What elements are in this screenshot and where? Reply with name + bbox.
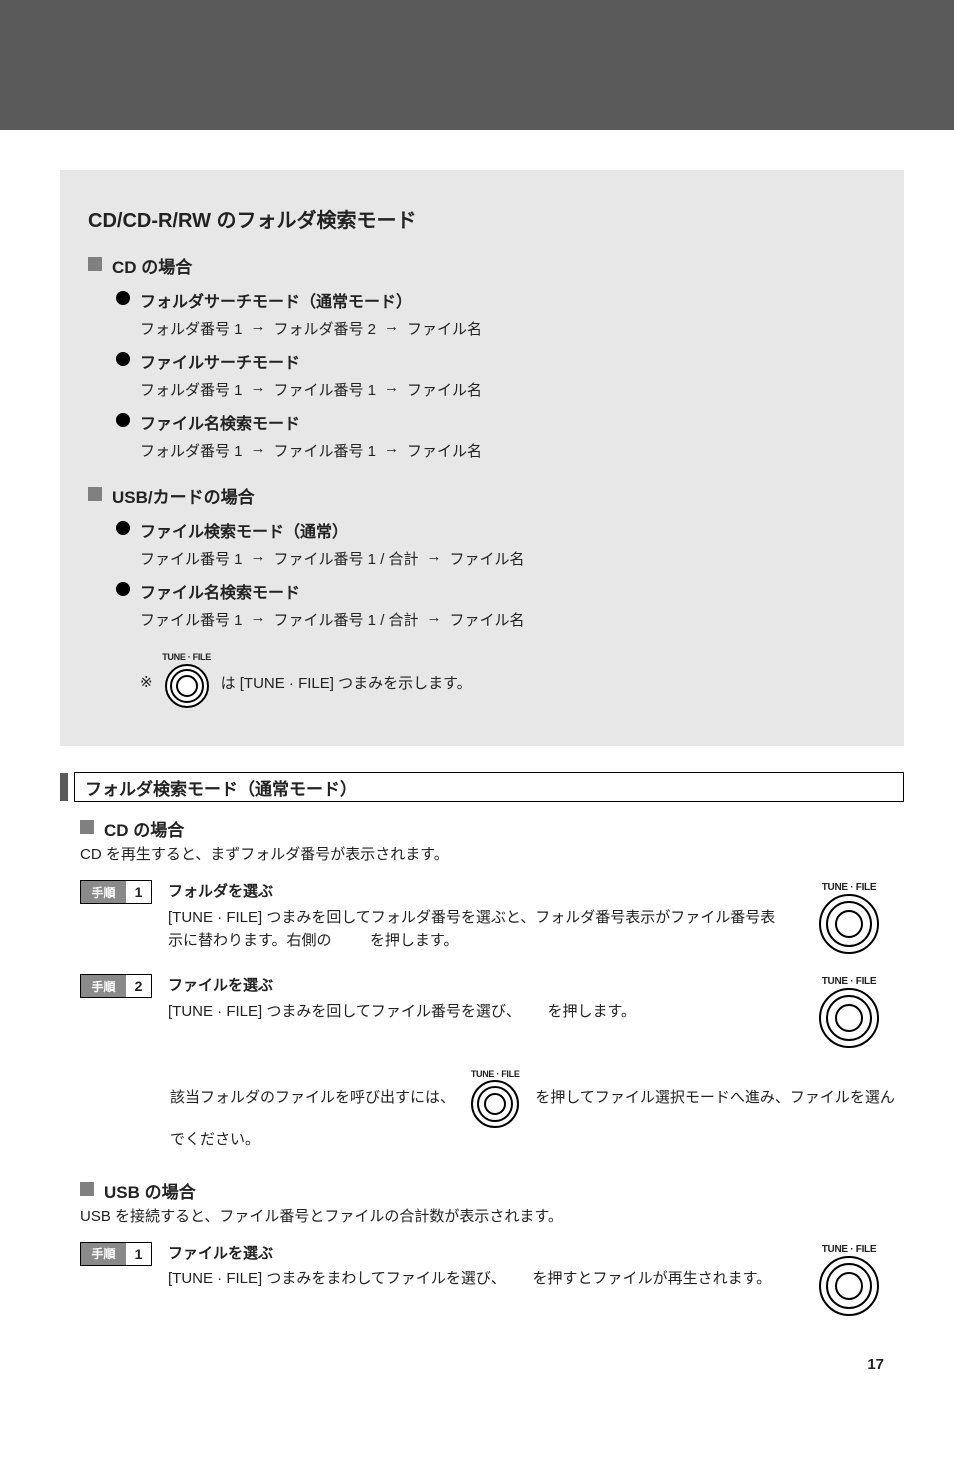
arrow-icon: → bbox=[251, 318, 266, 339]
tune-file-knob-icon: TUNE · FILE bbox=[465, 1068, 525, 1128]
page-body: CD/CD-R/RW のフォルダ検索モード CD の場合 フォルダサーチモード（… bbox=[0, 130, 954, 1433]
info-panel: CD/CD-R/RW のフォルダ検索モード CD の場合 フォルダサーチモード（… bbox=[60, 170, 904, 746]
step-text: 該当フォルダのファイルを呼び出すには、 TUNE · FILE を押してファイル… bbox=[170, 1068, 904, 1151]
mode-chain: ファイル番号 1 → ファイル番号 1 / 合計 → ファイル名 bbox=[140, 548, 876, 569]
bullet-dot bbox=[116, 291, 130, 305]
mode-chain: フォルダ番号 1 → フォルダ番号 2 → ファイル名 bbox=[140, 318, 876, 339]
cd-subsection: CD の場合 bbox=[80, 816, 904, 841]
mode-title: ファイル検索モード（通常） bbox=[140, 518, 348, 542]
mode-item: ファイル名検索モード bbox=[116, 579, 876, 603]
step-label: 手順 bbox=[81, 881, 126, 903]
step: 手順 2 ファイルを選ぶ [TUNE · FILE] つまみを回してファイル番号… bbox=[80, 974, 904, 1054]
header-bar bbox=[0, 0, 954, 130]
tune-file-knob-icon: TUNE · FILE bbox=[157, 652, 217, 712]
bullet-square bbox=[80, 820, 94, 834]
arrow-icon: → bbox=[427, 609, 442, 630]
panel-sub-cd: CD の場合 bbox=[88, 253, 876, 278]
step-number-box: 手順 1 bbox=[80, 880, 152, 904]
usb-intro: USB を接続すると、ファイル番号とファイルの合計数が表示されます。 bbox=[80, 1205, 800, 1228]
usb-subsection: USB の場合 bbox=[80, 1178, 904, 1203]
step-title: フォルダを選ぶ bbox=[168, 880, 776, 903]
sub-title: CD の場合 bbox=[104, 816, 184, 841]
mode-chain: フォルダ番号 1 → ファイル番号 1 → ファイル名 bbox=[140, 379, 876, 400]
bullet-square bbox=[88, 487, 102, 501]
tune-file-knob-icon: TUNE · FILE bbox=[813, 1242, 885, 1322]
mode-chain: フォルダ番号 1 → ファイル番号 1 → ファイル名 bbox=[140, 440, 876, 461]
arrow-icon: → bbox=[251, 609, 266, 630]
arrow-icon: → bbox=[384, 440, 399, 461]
arrow-icon: → bbox=[384, 318, 399, 339]
page-number: 17 bbox=[60, 1356, 904, 1373]
mode-title: ファイル名検索モード bbox=[140, 579, 300, 603]
panel-title: CD/CD-R/RW のフォルダ検索モード bbox=[88, 204, 876, 233]
arrow-icon: → bbox=[251, 379, 266, 400]
bullet-dot bbox=[116, 582, 130, 596]
step-label: 手順 bbox=[81, 1243, 126, 1265]
bullet-square bbox=[80, 1182, 94, 1196]
sub-title-usb: USB/カードの場合 bbox=[112, 483, 255, 508]
mode-title: ファイル名検索モード bbox=[140, 410, 300, 434]
step-number: 2 bbox=[126, 975, 151, 997]
section-heading: フォルダ検索モード（通常モード） bbox=[60, 772, 904, 802]
step: 手順 1 フォルダを選ぶ [TUNE · FILE] つまみを回してフォルダ番号… bbox=[80, 880, 904, 960]
arrow-icon: → bbox=[251, 548, 266, 569]
tune-file-knob-icon: TUNE · FILE bbox=[813, 880, 885, 960]
arrow-icon: → bbox=[384, 379, 399, 400]
step-text: [TUNE · FILE] つまみを回してファイル番号を選び、 を押します。 bbox=[168, 1000, 776, 1023]
panel-sub-usb: USB/カードの場合 bbox=[88, 483, 876, 508]
section-title: フォルダ検索モード（通常モード） bbox=[74, 772, 904, 802]
step-text: [TUNE · FILE] つまみをまわしてファイルを選び、 を押すとファイルが… bbox=[168, 1267, 776, 1290]
step-text: [TUNE · FILE] つまみを回してフォルダ番号を選ぶと、フォルダ番号表示… bbox=[168, 906, 776, 953]
step-number-box: 手順 2 bbox=[80, 974, 152, 998]
sub-title-cd: CD の場合 bbox=[112, 253, 192, 278]
step-number-box: 手順 1 bbox=[80, 1242, 152, 1266]
step-title: ファイルを選ぶ bbox=[168, 1242, 776, 1265]
mode-item: ファイルサーチモード bbox=[116, 349, 876, 373]
mode-title: ファイルサーチモード bbox=[140, 349, 300, 373]
cd-intro: CD を再生すると、まずフォルダ番号が表示されます。 bbox=[80, 843, 800, 866]
mode-title: フォルダサーチモード（通常モード） bbox=[140, 288, 412, 312]
sub-title: USB の場合 bbox=[104, 1178, 196, 1203]
mode-item: ファイル名検索モード bbox=[116, 410, 876, 434]
step-number: 1 bbox=[126, 881, 151, 903]
bullet-dot bbox=[116, 352, 130, 366]
panel-note: ※ TUNE · FILE ※ は [TUNE · FILE] つまみを示します… bbox=[140, 652, 876, 712]
bullet-dot bbox=[116, 521, 130, 535]
bullet-square bbox=[88, 257, 102, 271]
step-label: 手順 bbox=[81, 975, 126, 997]
step: 手順 1 ファイルを選ぶ [TUNE · FILE] つまみをまわしてファイルを… bbox=[80, 1242, 904, 1322]
mode-chain: ファイル番号 1 → ファイル番号 1 / 合計 → ファイル名 bbox=[140, 609, 876, 630]
panel-note-text: は [TUNE · FILE] つまみを示します。 bbox=[221, 672, 472, 693]
step-title: ファイルを選ぶ bbox=[168, 974, 776, 997]
step: 該当フォルダのファイルを呼び出すには、 TUNE · FILE を押してファイル… bbox=[80, 1068, 904, 1151]
mode-item: ファイル検索モード（通常） bbox=[116, 518, 876, 542]
mode-item: フォルダサーチモード（通常モード） bbox=[116, 288, 876, 312]
step-number: 1 bbox=[126, 1243, 151, 1265]
tune-file-knob-icon: TUNE · FILE bbox=[813, 974, 885, 1054]
bullet-dot bbox=[116, 413, 130, 427]
arrow-icon: → bbox=[427, 548, 442, 569]
arrow-icon: → bbox=[251, 440, 266, 461]
section-tab bbox=[60, 773, 68, 801]
